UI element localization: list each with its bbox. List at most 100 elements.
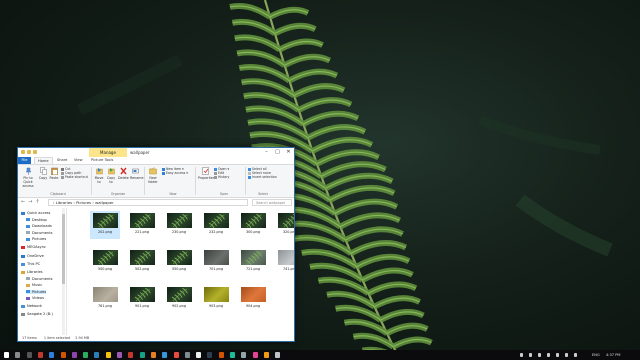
nav-item-libraries[interactable]: Libraries — [21, 270, 43, 274]
nav-item-network[interactable]: Network — [21, 304, 42, 308]
tray-icon[interactable] — [529, 353, 532, 357]
maximize-icon[interactable]: □ — [272, 148, 283, 157]
nav-item-music[interactable]: Music — [26, 283, 42, 287]
taskbar-app-icon[interactable] — [26, 352, 32, 358]
file-item[interactable]: 701.png — [201, 248, 231, 276]
navigation-pane[interactable]: Quick access Desktop Downloads Documents Pic… — [18, 208, 67, 335]
file-item[interactable]: 202.png — [90, 211, 120, 239]
pin-quick-access-button[interactable]: Pin to Quick access — [20, 167, 36, 188]
properties-icon[interactable] — [27, 150, 31, 154]
copy-button[interactable]: Copy — [38, 167, 48, 180]
taskbar-app-icon[interactable] — [139, 352, 145, 358]
history-button[interactable]: History — [214, 175, 229, 179]
tray-icon[interactable] — [538, 353, 541, 357]
title-bar[interactable]: Manage wallpaper – □ ✕ — [18, 148, 294, 157]
paste-button[interactable]: Paste — [49, 167, 59, 180]
quick-access-toolbar[interactable] — [21, 150, 37, 154]
file-item[interactable]: 902.png — [164, 285, 194, 313]
file-item[interactable]: 761.png — [90, 285, 120, 313]
tab-file[interactable]: File — [18, 157, 31, 164]
tray-icon[interactable] — [547, 353, 550, 357]
file-item[interactable]: 904.png — [238, 285, 268, 313]
breadcrumb-libraries[interactable]: Libraries — [56, 200, 72, 205]
nav-item-downloads[interactable]: Downloads — [26, 224, 52, 228]
forward-arrow-icon[interactable]: → — [28, 199, 32, 206]
breadcrumb-wallpaper[interactable]: wallpaper — [95, 200, 114, 205]
taskbar-app-icon[interactable] — [230, 352, 235, 358]
file-item[interactable]: 232.png — [201, 211, 231, 239]
taskbar-app-icon[interactable] — [15, 352, 21, 358]
tray-icon[interactable] — [520, 353, 523, 357]
nav-item-seagate-2-b[interactable]: Seagate 2 (B:) — [21, 312, 53, 316]
taskbar-app-icon[interactable] — [173, 352, 179, 358]
easy-access-button[interactable]: Easy access ▾ — [162, 171, 188, 175]
file-item[interactable]: 320.png — [275, 211, 294, 239]
taskbar-app-icon[interactable] — [94, 352, 100, 358]
tray-icon[interactable] — [574, 353, 577, 357]
clock[interactable]: 4:37 PM — [606, 350, 620, 360]
tray-icon[interactable] — [556, 353, 559, 357]
move-to-button[interactable]: Move to — [94, 167, 104, 184]
file-item[interactable]: 741.png — [275, 248, 294, 276]
file-list[interactable]: 202.png 221.png 230.png 232.png 300.png 320.p… — [68, 208, 294, 335]
tab-home[interactable]: Home — [34, 157, 53, 164]
taskbar-app-icon[interactable] — [37, 352, 43, 358]
start-icon[interactable] — [4, 352, 9, 358]
file-item[interactable]: 550.png — [164, 248, 194, 276]
tray-icon[interactable] — [565, 353, 568, 357]
file-item[interactable]: 230.png — [164, 211, 194, 239]
taskbar-app-icon[interactable] — [60, 352, 66, 358]
delete-button[interactable]: Delete — [118, 167, 129, 180]
tab-picture-tools[interactable]: Picture Tools — [88, 157, 116, 164]
taskbar-app-icon[interactable] — [263, 352, 269, 358]
file-item[interactable]: 901.png — [127, 285, 157, 313]
taskbar-app-icon[interactable] — [71, 352, 77, 358]
taskbar-app-icon[interactable] — [150, 352, 156, 358]
nav-scrollbar[interactable] — [62, 208, 65, 335]
nav-item-onedrive[interactable]: OneDrive — [21, 254, 44, 258]
taskbar-app-icon[interactable] — [128, 352, 134, 358]
nav-item-pictures[interactable]: Pictures — [26, 289, 47, 294]
taskbar-app-icon[interactable] — [207, 352, 213, 358]
minimize-icon[interactable]: – — [261, 148, 272, 157]
nav-item-documents[interactable]: Documents — [26, 277, 53, 281]
nav-item-this-pc[interactable]: This PC — [21, 262, 40, 266]
nav-item-quick-access[interactable]: Quick access — [21, 211, 50, 215]
file-item[interactable]: 500.png — [90, 248, 120, 276]
invert-selection-button[interactable]: Invert selection — [248, 175, 277, 179]
file-item[interactable]: 721.png — [238, 248, 268, 276]
file-item[interactable]: 300.png — [238, 211, 268, 239]
nav-item-videos[interactable]: Videos — [26, 296, 44, 300]
file-item[interactable]: 903.png — [201, 285, 231, 313]
taskbar-app-icon[interactable] — [184, 352, 190, 358]
nav-item-megasync[interactable]: MEGAsync — [21, 245, 46, 249]
tab-share[interactable]: Share — [54, 157, 70, 164]
manage-context-tab[interactable]: Manage — [89, 148, 127, 157]
tab-view[interactable]: View — [71, 157, 86, 164]
taskbar-app-icon[interactable] — [83, 352, 89, 358]
taskbar-app-icon[interactable] — [162, 352, 168, 358]
new-folder-icon[interactable] — [33, 150, 37, 154]
nav-item-desktop[interactable]: Desktop — [26, 218, 47, 222]
back-arrow-icon[interactable]: ← — [21, 199, 25, 206]
paste-shortcut-button[interactable]: Paste shortcut — [61, 175, 88, 179]
taskbar-app-icon[interactable] — [241, 352, 247, 358]
nav-item-pictures[interactable]: Pictures — [26, 237, 46, 241]
taskbar-app-icon[interactable] — [196, 352, 202, 358]
properties-button[interactable]: Properties — [198, 167, 215, 180]
file-item[interactable]: 502.png — [127, 248, 157, 276]
up-arrow-icon[interactable]: ↑ — [35, 199, 39, 206]
taskbar-app-icon[interactable] — [49, 352, 55, 358]
file-item[interactable]: 221.png — [127, 211, 157, 239]
new-folder-button[interactable]: New folder — [147, 167, 159, 184]
taskbar-app-icon[interactable] — [275, 352, 281, 358]
search-input[interactable]: Search wallpaper — [252, 199, 292, 206]
close-icon[interactable]: ✕ — [283, 148, 294, 157]
file-explorer-window[interactable]: Manage wallpaper – □ ✕ File Home Share V… — [17, 147, 295, 342]
breadcrumb-pictures[interactable]: Pictures — [76, 200, 91, 205]
taskbar-app-icon[interactable] — [117, 352, 122, 358]
address-bar[interactable]: › Libraries › Pictures › wallpaper — [48, 199, 248, 206]
taskbar-app-icon[interactable] — [218, 352, 224, 358]
rename-button[interactable]: Rename — [130, 167, 144, 180]
nav-item-documents[interactable]: Documents — [26, 231, 53, 235]
